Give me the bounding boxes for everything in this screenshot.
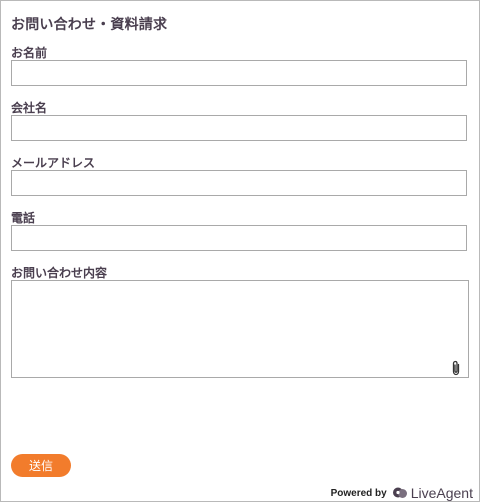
name-input[interactable] [11,60,467,86]
company-input[interactable] [11,115,467,141]
phone-label: 電話 [11,211,36,225]
liveagent-wordmark: LiveAgent [410,485,473,501]
contact-form-widget: お問い合わせ・資料請求 お名前 会社名 メールアドレス 電話 お問い合わせ内容 … [0,0,480,502]
submit-button[interactable]: 送信 [11,454,71,477]
company-label: 会社名 [11,101,48,115]
phone-input[interactable] [11,225,467,251]
liveagent-logo-icon [392,487,407,498]
message-textarea[interactable] [11,280,469,378]
email-label: メールアドレス [11,156,96,170]
name-label: お名前 [11,46,48,60]
powered-by-footer[interactable]: Powered by LiveAgent [331,484,473,502]
paperclip-icon[interactable] [449,360,463,376]
message-label: お問い合わせ内容 [11,266,108,280]
powered-by-text: Powered by [330,487,387,499]
email-input[interactable] [11,170,467,196]
form-title: お問い合わせ・資料請求 [11,17,168,33]
